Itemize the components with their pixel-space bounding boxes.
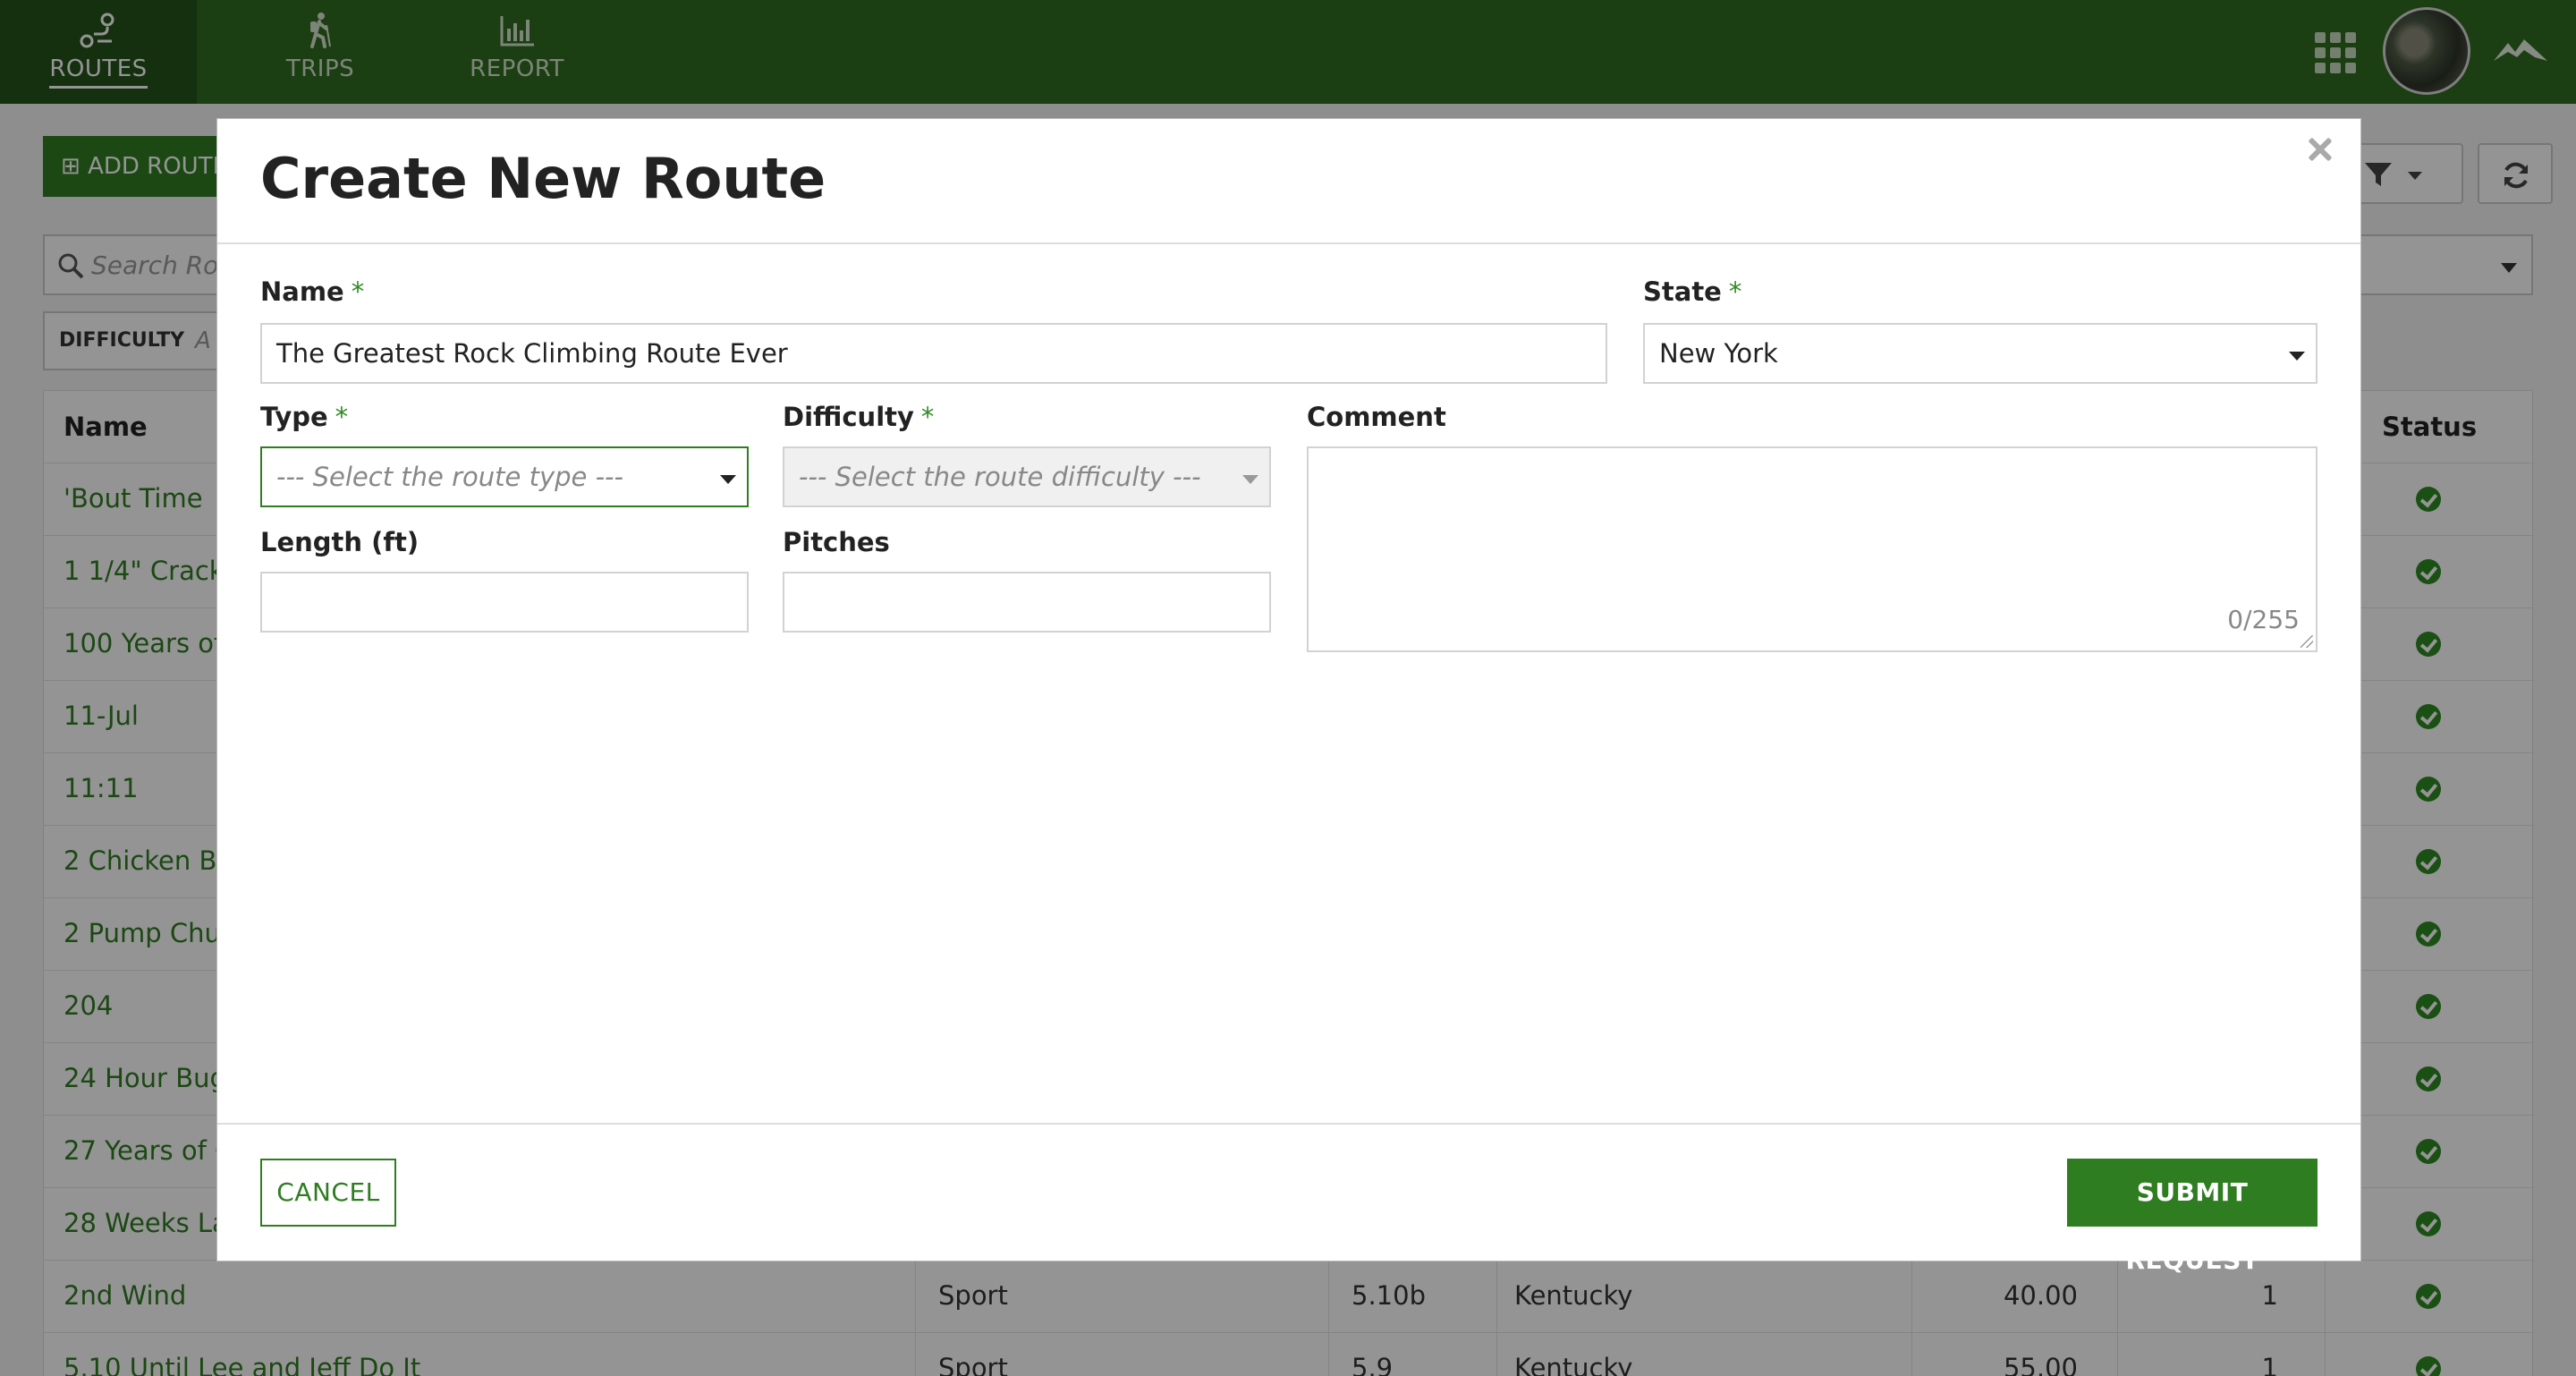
length-label: Length (ft) [260, 527, 419, 557]
state-label-text: State [1643, 276, 1722, 307]
chevron-down-icon [720, 475, 736, 484]
name-label: Name * [260, 276, 364, 307]
pitches-label: Pitches [783, 527, 890, 557]
type-label: Type * [260, 402, 348, 432]
required-marker: * [1728, 276, 1742, 307]
length-input[interactable] [260, 572, 749, 633]
state-label: State * [1643, 276, 1741, 307]
type-select-placeholder: --- Select the route type --- [276, 462, 623, 492]
chevron-down-icon [2289, 352, 2305, 361]
modal-title: Create New Route [260, 146, 826, 211]
difficulty-select[interactable]: --- Select the route difficulty --- [783, 446, 1271, 507]
difficulty-select-placeholder: --- Select the route difficulty --- [799, 462, 1201, 492]
required-marker: * [920, 402, 935, 432]
required-marker: * [351, 276, 365, 307]
state-select-value: New York [1659, 338, 1778, 369]
character-counter: 0/255 [2227, 605, 2300, 634]
modal-header: Create New Route [217, 119, 2360, 244]
state-select[interactable]: New York [1643, 323, 2318, 384]
resize-handle-icon[interactable] [2301, 635, 2313, 648]
difficulty-label: Difficulty * [783, 402, 934, 432]
close-icon[interactable] [2301, 132, 2337, 167]
chevron-down-icon [1242, 475, 1258, 484]
pitches-input[interactable] [783, 572, 1271, 633]
name-input-value: The Greatest Rock Climbing Route Ever [276, 338, 788, 369]
comment-label: Comment [1307, 402, 1446, 432]
create-route-modal: Create New Route Name * The Greatest Rock… [216, 118, 2361, 1275]
name-label-text: Name [260, 276, 344, 307]
modal-footer: CANCEL SUBMIT REQUEST [217, 1123, 2360, 1275]
name-input[interactable]: The Greatest Rock Climbing Route Ever [260, 323, 1607, 384]
submit-request-button[interactable]: SUBMIT REQUEST [2067, 1159, 2318, 1275]
required-marker: * [335, 402, 349, 432]
type-label-text: Type [260, 402, 328, 432]
type-select[interactable]: --- Select the route type --- [260, 446, 749, 507]
difficulty-label-text: Difficulty [783, 402, 914, 432]
cancel-button[interactable]: CANCEL [260, 1159, 396, 1227]
comment-textarea[interactable]: 0/255 [1307, 446, 2318, 652]
